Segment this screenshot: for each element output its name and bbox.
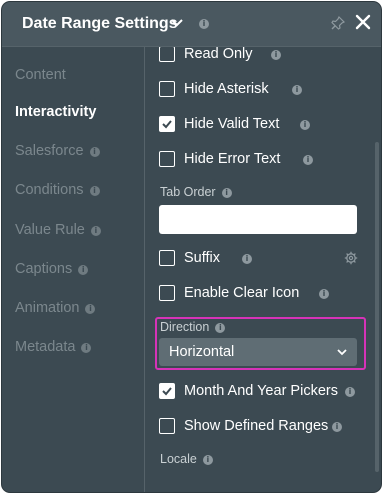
- info-icon: i: [78, 265, 89, 275]
- enable-clear-icon-checkbox[interactable]: [159, 285, 175, 301]
- sidebar-item-label: Metadata: [15, 339, 76, 355]
- direction-selected-value: Horizontal: [169, 344, 235, 360]
- info-icon: i: [89, 186, 100, 196]
- sidebar-item-conditions[interactable]: Conditions i: [15, 182, 100, 198]
- panel-title[interactable]: Date Range Settings: [22, 15, 178, 33]
- info-icon: i: [300, 120, 310, 130]
- date-range-settings-panel: Date Range Settings i Content Interactiv…: [2, 2, 381, 492]
- show-defined-ranges-label: Show Defined Ranges: [184, 418, 329, 434]
- direction-select[interactable]: Horizontal: [159, 338, 357, 366]
- locale-label-text: Locale: [160, 452, 197, 466]
- month-year-pickers-label: Month And Year Pickers: [184, 383, 338, 399]
- read-only-checkbox[interactable]: [159, 47, 175, 62]
- tab-order-label: Tab Order i: [160, 185, 232, 199]
- info-icon: i: [242, 254, 252, 264]
- suffix-label: Suffix: [184, 250, 221, 266]
- hide-valid-text-label: Hide Valid Text: [184, 116, 280, 132]
- content-scrollbar[interactable]: [375, 142, 379, 472]
- sidebar-item-label: Value Rule: [15, 222, 85, 238]
- hide-asterisk-checkbox[interactable]: [159, 81, 175, 97]
- info-icon: i: [85, 304, 96, 314]
- checkmark-icon: [162, 120, 172, 129]
- panel-header: Date Range Settings i: [2, 2, 381, 47]
- sidebar-item-interactivity[interactable]: Interactivity: [15, 104, 96, 120]
- read-only-label: Read Only: [184, 47, 253, 62]
- info-icon: i: [332, 422, 342, 432]
- tab-order-input[interactable]: [159, 205, 357, 234]
- chevron-down-icon: [337, 349, 347, 356]
- chevron-down-icon[interactable]: [170, 16, 184, 30]
- gear-icon[interactable]: [344, 251, 358, 265]
- sidebar-item-label: Animation: [15, 300, 80, 316]
- info-icon: i: [303, 155, 313, 165]
- info-icon: i: [319, 289, 329, 299]
- hide-error-text-checkbox[interactable]: [159, 151, 175, 167]
- sidebar-item-label: Content: [15, 67, 66, 83]
- enable-clear-icon-label: Enable Clear Icon: [184, 285, 300, 301]
- pin-icon[interactable]: [330, 15, 346, 31]
- info-icon: i: [215, 323, 226, 333]
- suffix-checkbox[interactable]: [159, 250, 175, 266]
- sidebar-item-label: Salesforce: [15, 143, 84, 159]
- hide-asterisk-label: Hide Asterisk: [184, 81, 269, 97]
- close-icon[interactable]: [354, 13, 372, 31]
- sidebar-item-label: Captions: [15, 261, 73, 277]
- settings-sidebar: Content Interactivity Salesforce i Condit…: [2, 47, 144, 492]
- tab-order-label-text: Tab Order: [160, 185, 216, 199]
- info-icon: i: [345, 387, 355, 397]
- interactivity-settings: Read Only i Hide Asterisk i Hide Valid T…: [145, 47, 381, 492]
- sidebar-item-label: Interactivity: [15, 104, 97, 120]
- month-year-pickers-checkbox[interactable]: [159, 383, 175, 399]
- info-icon: i: [90, 226, 101, 236]
- hide-valid-text-checkbox[interactable]: [159, 116, 175, 132]
- sidebar-item-animation[interactable]: Animation i: [15, 300, 96, 316]
- direction-label: Direction i: [160, 320, 226, 334]
- info-icon: i: [202, 455, 213, 465]
- direction-label-text: Direction: [160, 320, 210, 334]
- show-defined-ranges-checkbox[interactable]: [159, 418, 175, 434]
- sidebar-item-content[interactable]: Content: [15, 67, 66, 83]
- locale-label: Locale i: [160, 452, 213, 466]
- info-icon: i: [221, 188, 232, 198]
- info-icon: i: [292, 85, 302, 95]
- sidebar-item-metadata[interactable]: Metadata i: [15, 339, 92, 355]
- sidebar-item-value-rule[interactable]: Value Rule i: [15, 222, 101, 238]
- sidebar-item-label: Conditions: [15, 182, 84, 198]
- hide-error-text-label: Hide Error Text: [184, 151, 281, 167]
- info-icon: i: [199, 19, 209, 29]
- info-icon: i: [271, 50, 281, 60]
- sidebar-item-captions[interactable]: Captions i: [15, 261, 89, 277]
- info-icon: i: [89, 147, 100, 157]
- info-icon: i: [81, 343, 92, 353]
- checkmark-icon: [162, 387, 172, 396]
- sidebar-item-salesforce[interactable]: Salesforce i: [15, 143, 100, 159]
